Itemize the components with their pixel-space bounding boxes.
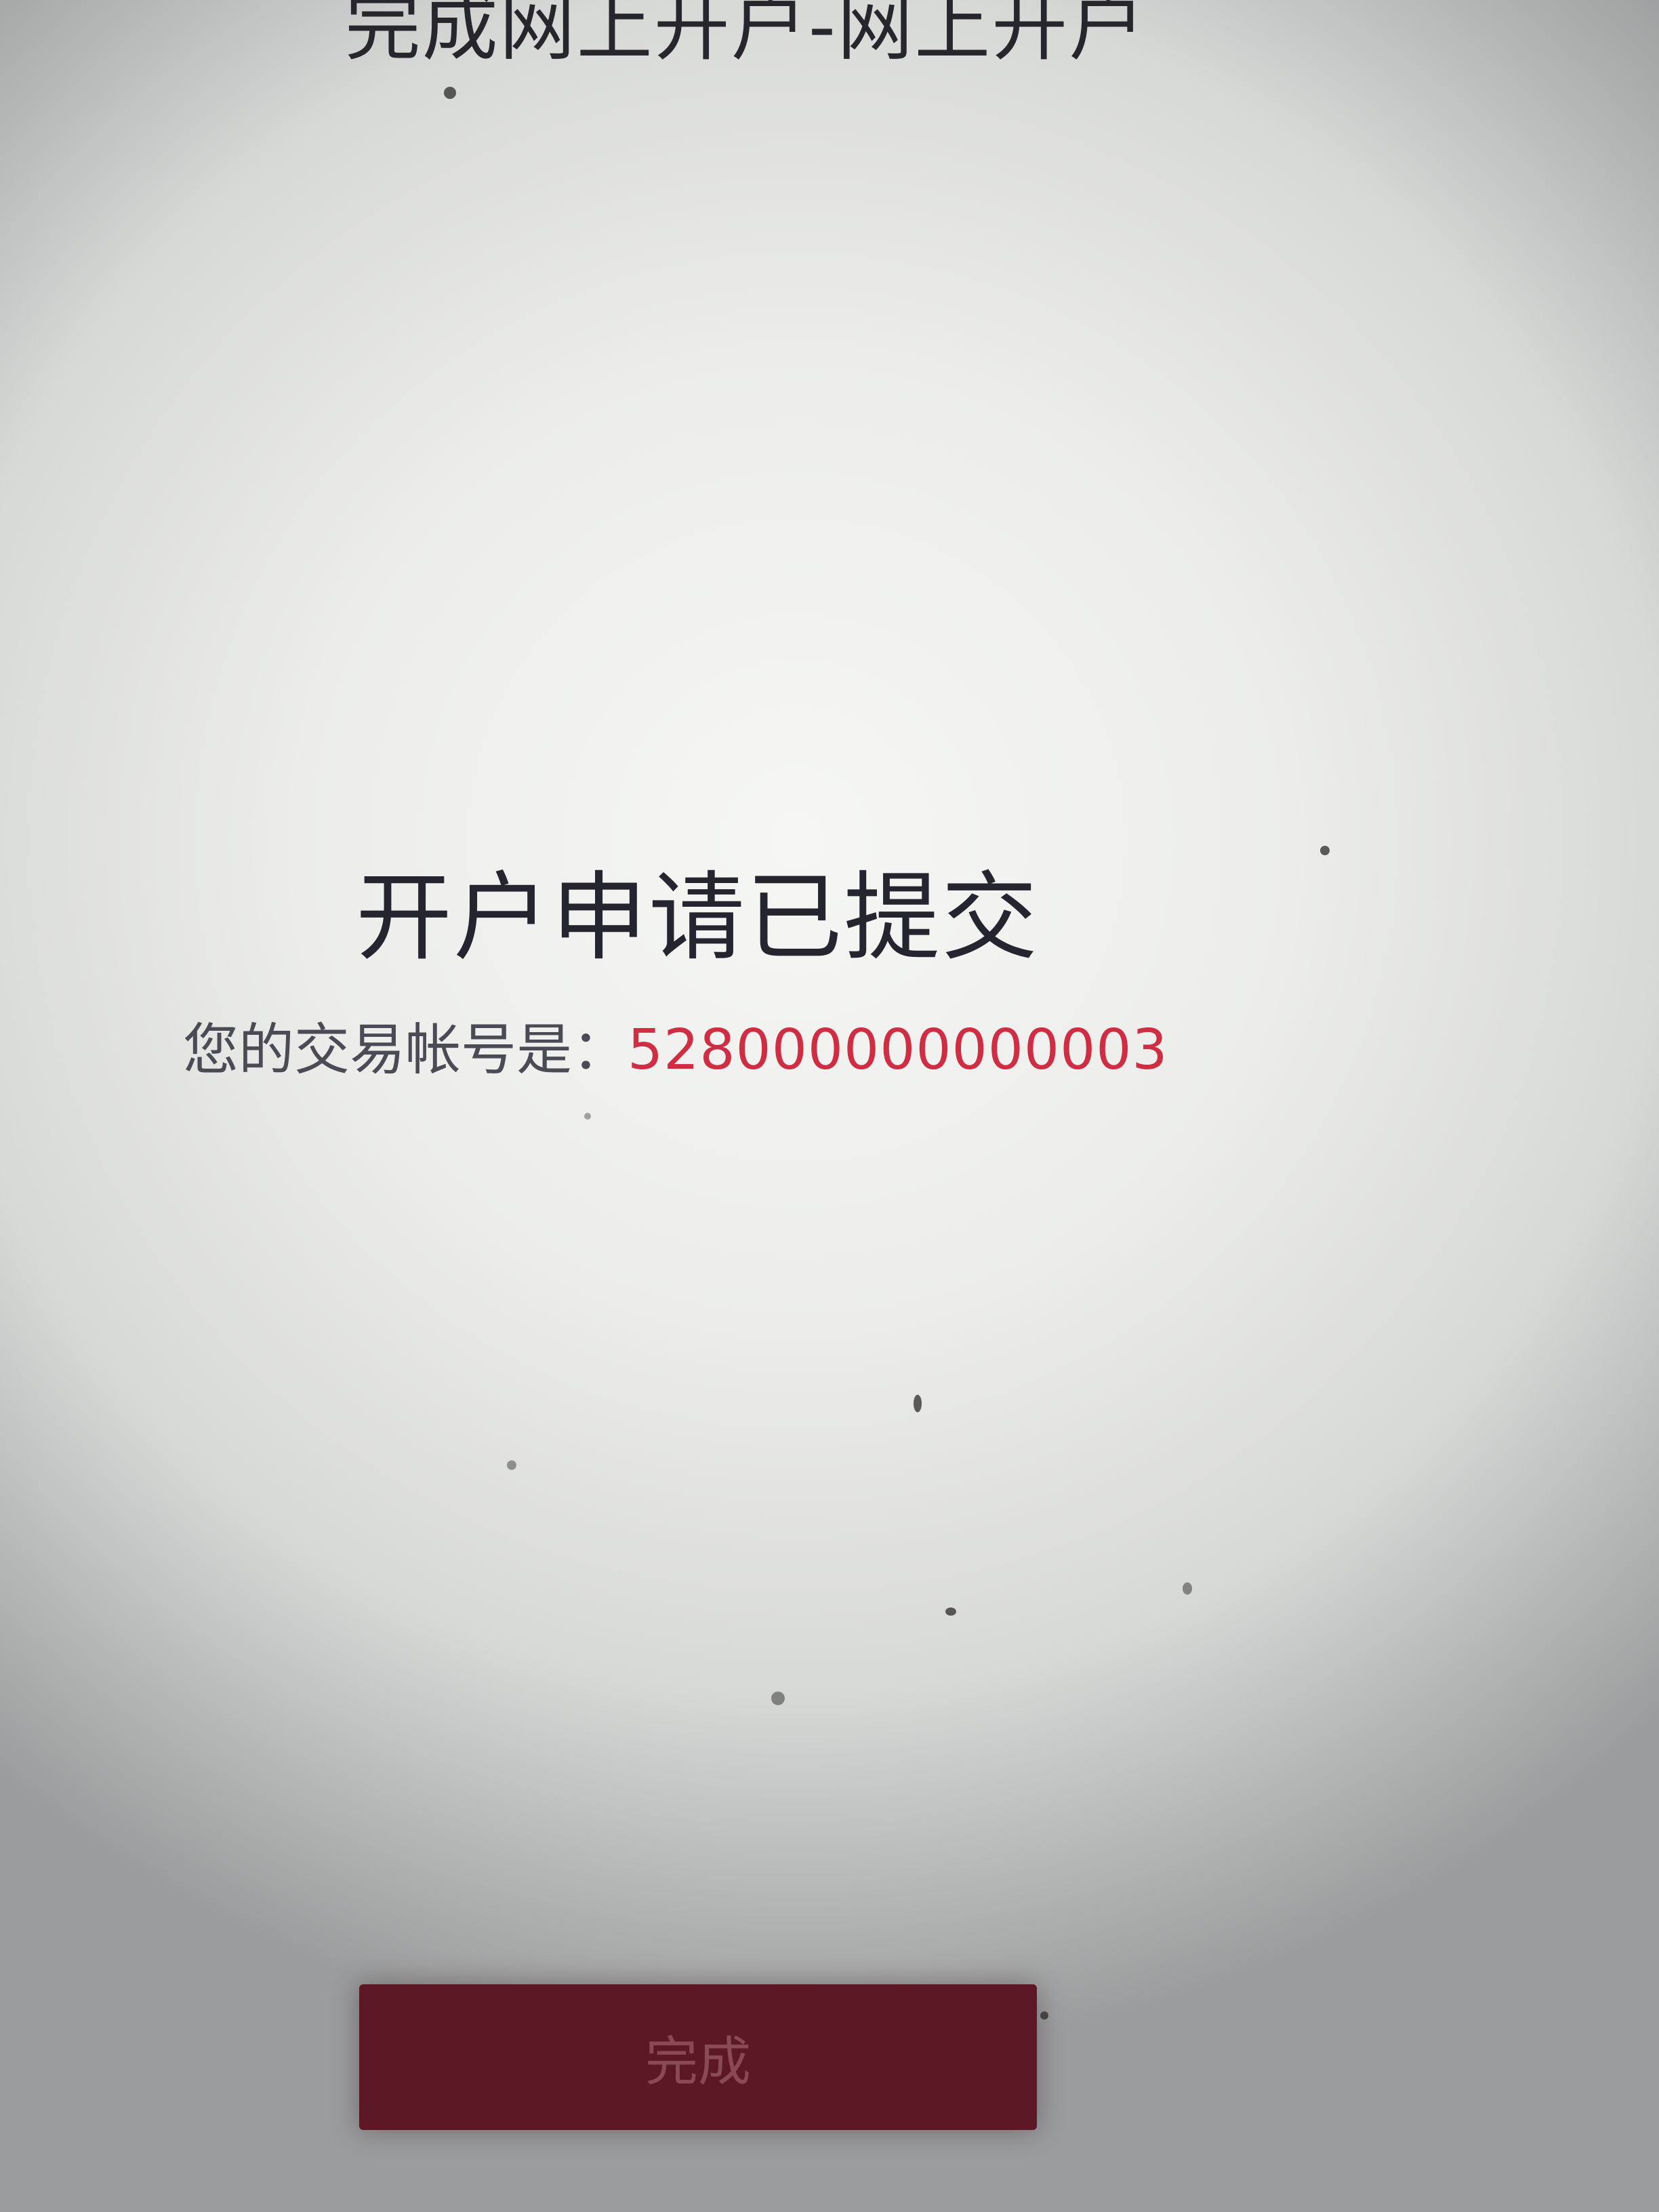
dust-speck <box>945 1607 956 1616</box>
dust-speck <box>584 1113 591 1120</box>
account-info: 您的交易帐号是：528000000000003 <box>183 1013 1168 1088</box>
dust-speck <box>507 1460 516 1470</box>
account-number: 528000000000003 <box>628 1018 1168 1082</box>
account-label: 您的交易帐号是： <box>183 1018 628 1082</box>
page-title: 完成网上开户-网上开户 <box>344 0 1147 71</box>
app-screen: 完成网上开户-网上开户 开户申请已提交 您的交易帐号是：528000000000… <box>0 0 1659 2212</box>
result-heading: 开户申请已提交 <box>356 862 1039 974</box>
dust-speck <box>914 1395 922 1412</box>
dust-speck <box>444 87 456 99</box>
dust-speck <box>771 1692 785 1705</box>
dust-speck <box>1040 2011 1048 2020</box>
dust-speck <box>1320 846 1330 855</box>
done-button[interactable]: 完成 <box>359 1984 1037 2130</box>
dust-speck <box>1183 1582 1192 1595</box>
